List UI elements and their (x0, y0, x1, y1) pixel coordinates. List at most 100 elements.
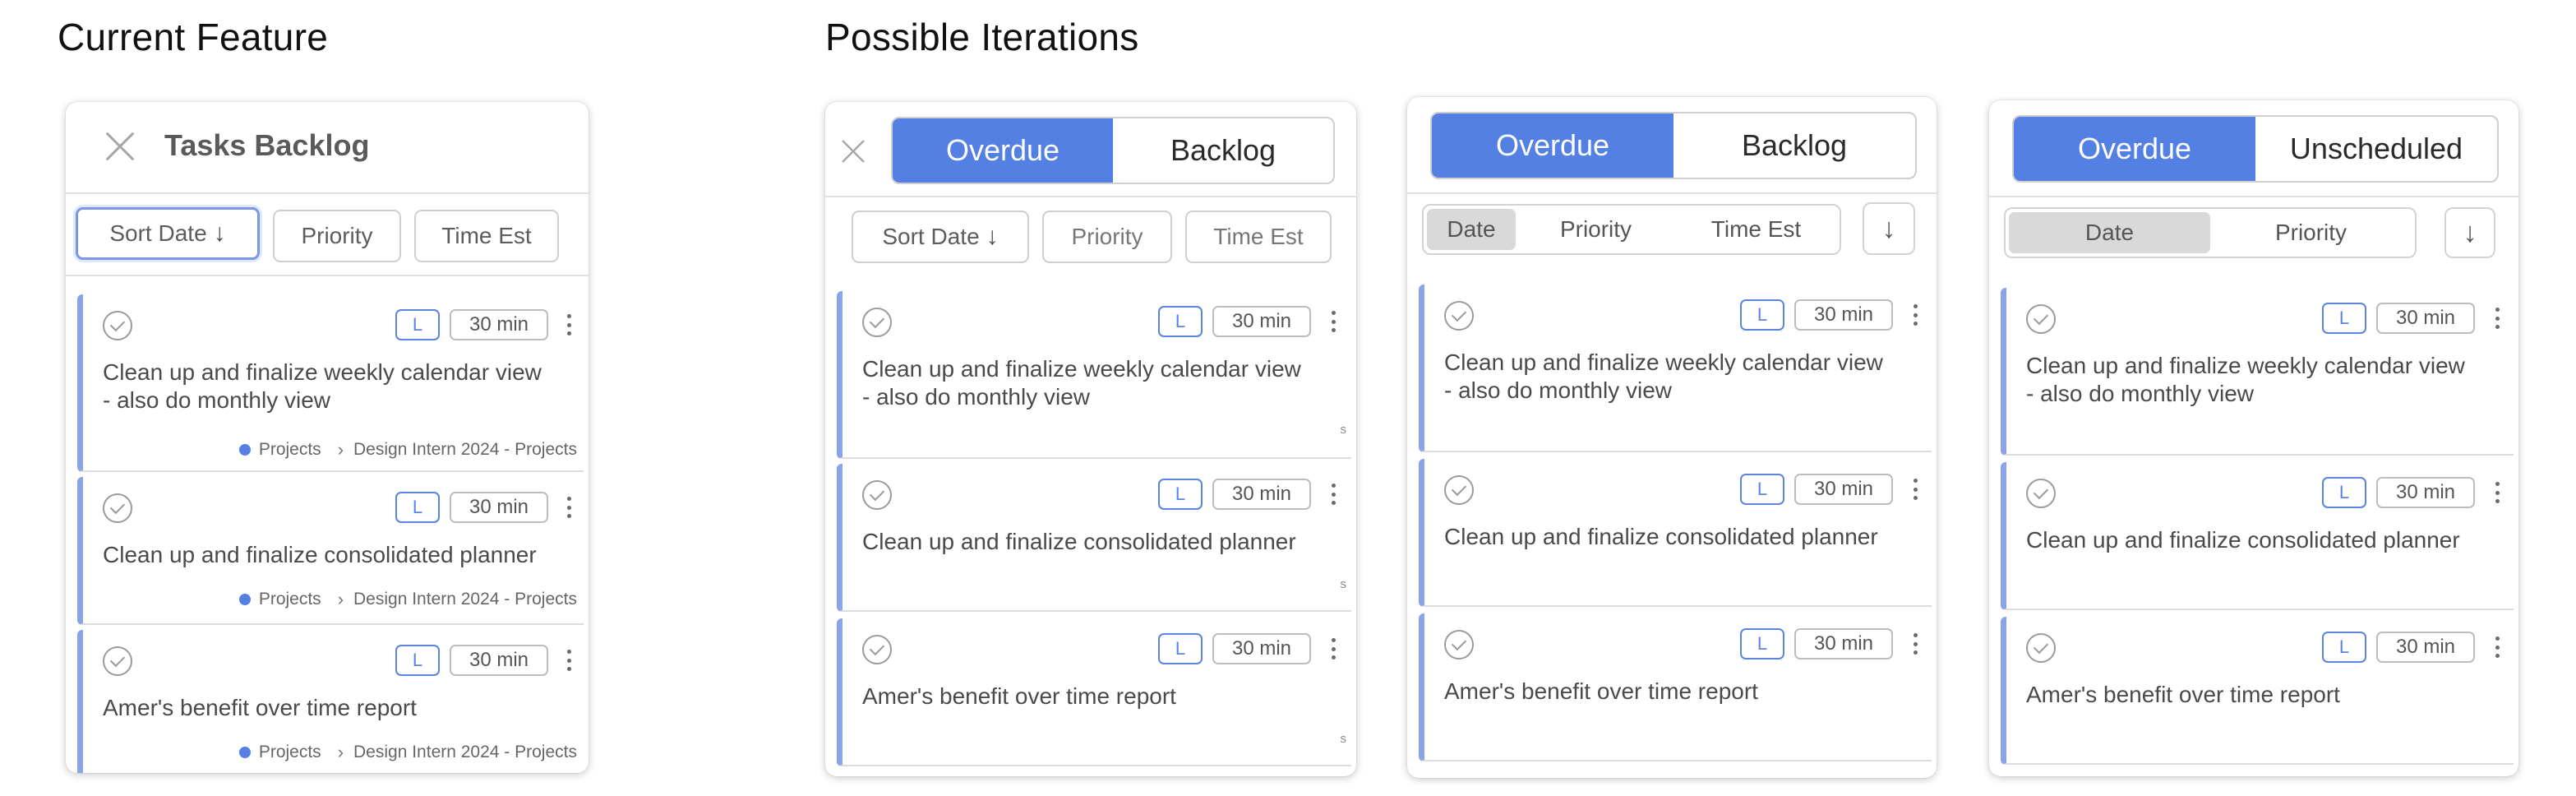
time-badge: 30 min (2376, 303, 2475, 334)
task-card[interactable]: L 30 min Amer's benefit over time report… (837, 618, 1351, 766)
time-badge: 30 min (1212, 306, 1311, 337)
tab-backlog[interactable]: Backlog (1113, 118, 1333, 183)
project-dot-icon (238, 444, 251, 456)
task-title: Amer's benefit over time report (103, 695, 417, 720)
check-circle-icon[interactable] (1444, 475, 1474, 505)
tab-overdue[interactable]: Overdue (1432, 113, 1673, 178)
time-est-button[interactable]: Time Est (1185, 211, 1332, 263)
time-est-label: Time Est (1213, 224, 1304, 249)
kebab-icon[interactable] (1909, 630, 1921, 658)
kebab-icon[interactable] (2491, 479, 2503, 507)
time-badge: 30 min (1212, 479, 1311, 510)
kebab-icon[interactable] (563, 646, 575, 674)
tab-backlog[interactable]: Backlog (1673, 113, 1915, 178)
tab-group: Overdue Backlog (1430, 112, 1917, 179)
kebab-icon[interactable] (1327, 635, 1339, 663)
priority-label: Priority (301, 223, 373, 248)
kebab-icon[interactable] (2491, 304, 2503, 332)
check-circle-icon[interactable] (2026, 479, 2056, 508)
task-title: Clean up and finalize consolidated plann… (2026, 527, 2460, 553)
kebab-icon[interactable] (1327, 308, 1339, 336)
check-circle-icon[interactable] (1444, 301, 1474, 331)
size-badge: L (1158, 633, 1203, 664)
close-icon[interactable] (840, 138, 866, 164)
header-divider (825, 196, 1356, 197)
size-badge: L (1740, 474, 1784, 505)
seg-time-est[interactable]: Time Est (1676, 209, 1836, 250)
heading-possible-iterations: Possible Iterations (825, 16, 1139, 58)
priority-button[interactable]: Priority (1042, 211, 1172, 263)
check-circle-icon[interactable] (862, 635, 892, 664)
task-card[interactable]: L 30 min Clean up and finalize weekly ca… (2001, 288, 2514, 456)
tab-overdue[interactable]: Overdue (893, 118, 1113, 183)
seg-priority[interactable]: Priority (2210, 212, 2412, 253)
size-badge: L (395, 309, 440, 340)
project-dot-icon (238, 594, 251, 605)
kebab-icon[interactable] (563, 311, 575, 339)
sort-segment: Date Priority (2004, 207, 2417, 258)
time-badge: 30 min (1212, 633, 1311, 664)
tab-overdue[interactable]: Overdue (2014, 117, 2255, 181)
task-card[interactable]: L 30 min Clean up and finalize consolida… (1419, 459, 1932, 607)
task-title: Clean up and finalize consolidated plann… (1444, 524, 1878, 549)
priority-label: Priority (1071, 224, 1143, 249)
tab-unscheduled[interactable]: Unscheduled (2255, 117, 2497, 181)
time-badge: 30 min (2376, 632, 2475, 663)
check-circle-icon[interactable] (862, 480, 892, 510)
task-card[interactable]: L 30 min Amer's benefit over time report… (77, 630, 584, 773)
task-card[interactable]: L 30 min Clean up and finalize weekly ca… (837, 291, 1351, 459)
check-circle-icon[interactable] (2026, 304, 2056, 334)
check-circle-icon[interactable] (862, 308, 892, 337)
task-meta: Projects › Design Intern 2024 - Projects (238, 742, 577, 763)
task-card[interactable]: L 30 min Amer's benefit over time report (2001, 617, 2514, 765)
panel-iteration-2: Overdue Backlog Date Priority Time Est ↓… (1407, 97, 1937, 778)
arrow-down-icon: ↓ (1881, 212, 1896, 244)
task-card[interactable]: L 30 min Clean up and finalize weekly ca… (1419, 285, 1932, 452)
size-badge: L (2322, 477, 2366, 508)
sort-date-button[interactable]: Sort Date ↓ (76, 207, 260, 260)
task-title: Clean up and finalize weekly calendar vi… (1444, 349, 1883, 403)
check-circle-icon[interactable] (103, 311, 132, 340)
task-card[interactable]: L 30 min Clean up and finalize consolida… (77, 477, 584, 625)
task-title: Clean up and finalize weekly calendar vi… (862, 356, 1301, 410)
size-badge: L (2322, 632, 2366, 663)
sort-direction-button[interactable]: ↓ (1863, 202, 1915, 255)
sort-date-label: Sort Date (882, 224, 980, 249)
time-est-label: Time Est (441, 223, 532, 248)
kebab-icon[interactable] (1909, 301, 1921, 329)
task-card[interactable]: L 30 min Amer's benefit over time report (1419, 613, 1932, 761)
sort-segment: Date Priority Time Est (1422, 204, 1841, 255)
size-badge: L (1740, 628, 1784, 659)
time-badge: 30 min (1794, 628, 1893, 659)
task-card[interactable]: L 30 min Clean up and finalize weekly ca… (77, 294, 584, 472)
check-circle-icon[interactable] (103, 493, 132, 523)
sort-date-label: Sort Date (109, 220, 207, 246)
task-card[interactable]: L 30 min Clean up and finalize consolida… (837, 464, 1351, 612)
size-badge: L (1740, 299, 1784, 331)
seg-priority[interactable]: Priority (1516, 209, 1676, 250)
task-title: Clean up and finalize weekly calendar vi… (2026, 353, 2465, 406)
sort-direction-button[interactable]: ↓ (2444, 207, 2495, 258)
task-title: Amer's benefit over time report (2026, 682, 2340, 707)
check-circle-icon[interactable] (2026, 633, 2056, 663)
task-card[interactable]: L 30 min Clean up and finalize consolida… (2001, 462, 2514, 610)
kebab-icon[interactable] (2491, 633, 2503, 661)
check-circle-icon[interactable] (1444, 630, 1474, 659)
truncated-meta: s (1340, 577, 1347, 591)
heading-current-feature: Current Feature (58, 16, 329, 58)
check-circle-icon[interactable] (103, 646, 132, 676)
sort-date-button[interactable]: Sort Date ↓ (852, 211, 1029, 263)
seg-date[interactable]: Date (1427, 209, 1516, 250)
kebab-icon[interactable] (563, 493, 575, 521)
panel-iteration-3: Overdue Unscheduled Date Priority ↓ L 30… (1989, 100, 2518, 776)
kebab-icon[interactable] (1909, 475, 1921, 503)
time-badge: 30 min (1794, 474, 1893, 505)
time-est-button[interactable]: Time Est (414, 210, 559, 262)
chevron-right-icon: › (337, 742, 344, 762)
tab-group: Overdue Unscheduled (2012, 115, 2499, 183)
close-icon[interactable] (104, 130, 136, 163)
kebab-icon[interactable] (1327, 480, 1339, 508)
task-meta: Projects › Design Intern 2024 - Projects (238, 589, 577, 610)
seg-date[interactable]: Date (2009, 212, 2210, 253)
priority-button[interactable]: Priority (273, 210, 401, 262)
